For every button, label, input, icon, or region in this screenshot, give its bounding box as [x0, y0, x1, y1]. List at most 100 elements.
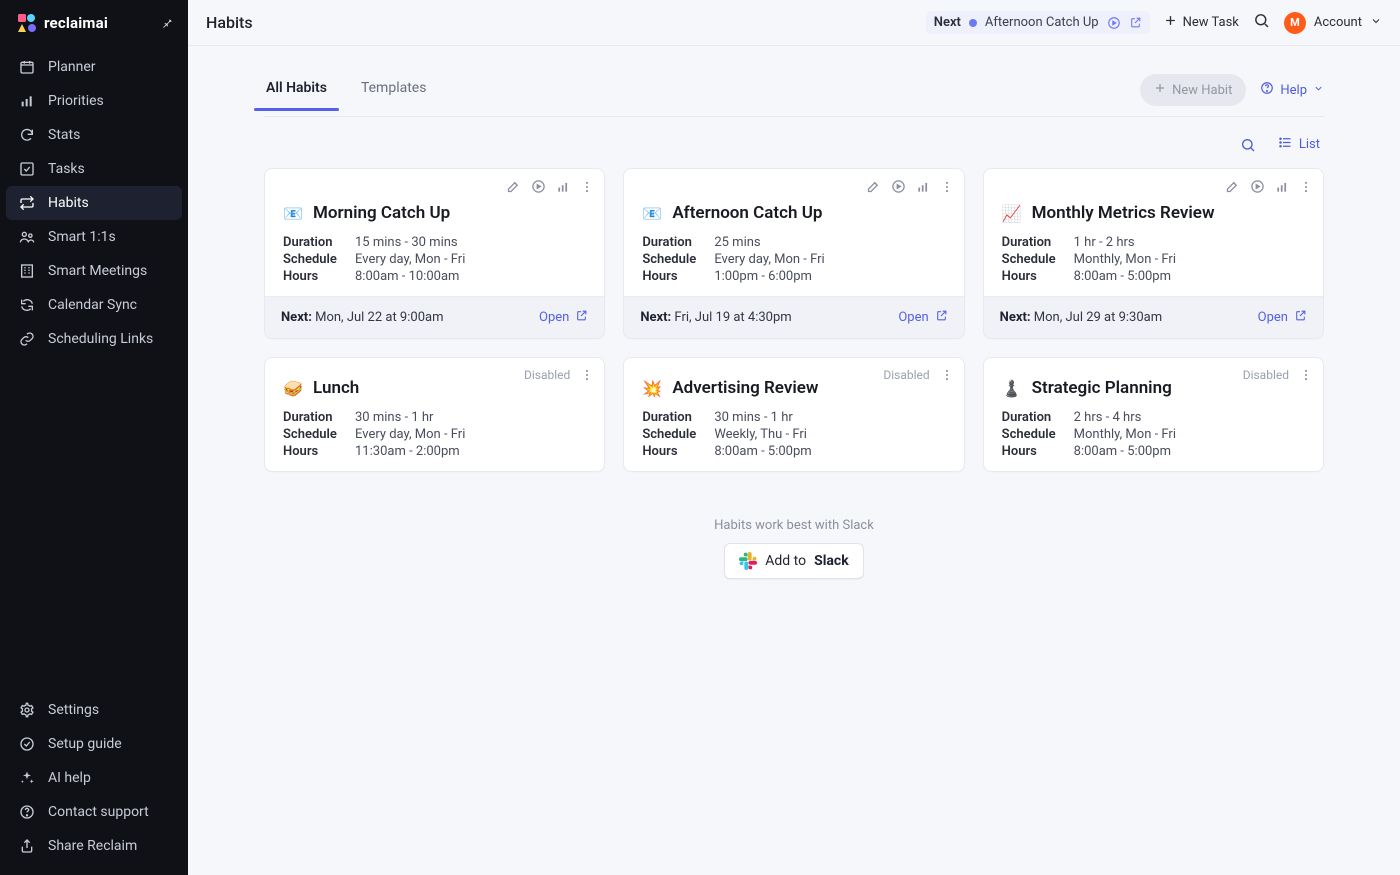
habit-card-actions [1225, 179, 1313, 194]
sidebar-item-calendar-sync[interactable]: Calendar Sync [6, 288, 182, 322]
sidebar-item-ai-help[interactable]: AI help [6, 761, 182, 795]
meta-value: 1 hr - 2 hrs [1074, 235, 1135, 250]
more-icon[interactable] [1299, 180, 1313, 194]
sidebar: reclaimai Planner Priorities Stats Tasks [0, 0, 188, 875]
open-habit-button[interactable]: Open [1258, 309, 1307, 326]
avatar: M [1284, 12, 1306, 34]
bars-icon[interactable] [1275, 180, 1289, 194]
habit-card[interactable]: 📧Afternoon Catch UpDuration25 minsSchedu… [623, 168, 964, 339]
help-icon [1260, 81, 1274, 99]
meta-label: Duration [642, 410, 714, 425]
habit-next: Next: Fri, Jul 19 at 4:30pm [640, 310, 791, 325]
tabs: All Habits Templates New Habit Help [264, 46, 1324, 117]
open-habit-button[interactable]: Open [898, 309, 947, 326]
meta-value: Every day, Mon - Fri [714, 252, 824, 267]
calendar-icon [18, 59, 36, 75]
habit-card[interactable]: Disabled♟️Strategic PlanningDuration2 hr… [983, 357, 1324, 472]
habit-title: Monthly Metrics Review [1032, 203, 1215, 223]
sidebar-item-planner[interactable]: Planner [6, 50, 182, 84]
habit-card[interactable]: 📈Monthly Metrics ReviewDuration1 hr - 2 … [983, 168, 1324, 339]
sidebar-item-label: Calendar Sync [48, 297, 137, 313]
new-task-label: New Task [1183, 15, 1239, 30]
meta-value: Monthly, Mon - Fri [1074, 252, 1176, 267]
brand-row: reclaimai [0, 0, 188, 44]
sidebar-item-settings[interactable]: Settings [6, 693, 182, 727]
more-icon[interactable] [940, 368, 954, 382]
edit-icon[interactable] [1225, 179, 1240, 194]
external-link-icon [575, 309, 588, 326]
sidebar-item-tasks[interactable]: Tasks [6, 152, 182, 186]
habit-meta: Duration15 mins - 30 minsScheduleEvery d… [283, 235, 586, 284]
slack-promo-text: Habits work best with Slack [264, 518, 1324, 533]
habit-card[interactable]: Disabled💥Advertising ReviewDuration30 mi… [623, 357, 964, 472]
sidebar-item-setup-guide[interactable]: Setup guide [6, 727, 182, 761]
new-habit-button[interactable]: New Habit [1140, 74, 1246, 106]
meta-value: 25 mins [714, 235, 760, 250]
meta-label: Duration [1002, 235, 1074, 250]
meta-value: Every day, Mon - Fri [355, 252, 465, 267]
sidebar-item-label: Tasks [48, 161, 85, 177]
next-event-pill[interactable]: Next Afternoon Catch Up [926, 11, 1150, 34]
meta-row: ScheduleWeekly, Thu - Fri [642, 427, 945, 442]
play-circle-icon[interactable] [1107, 16, 1121, 30]
repeat-icon [18, 195, 36, 211]
play-icon[interactable] [531, 179, 546, 194]
add-to-slack-button[interactable]: Add to Slack [724, 543, 863, 579]
tab-templates[interactable]: Templates [359, 80, 429, 110]
topbar: Habits Next Afternoon Catch Up New Task … [188, 0, 1400, 46]
open-habit-button[interactable]: Open [539, 309, 588, 326]
habit-card[interactable]: 📧Morning Catch Up Duration15 mins - 30 mi… [264, 168, 605, 339]
meta-label: Hours [283, 269, 355, 284]
plus-icon [1164, 14, 1177, 31]
play-icon[interactable] [891, 179, 906, 194]
sidebar-item-label: AI help [48, 770, 91, 786]
more-icon[interactable] [580, 368, 594, 382]
edit-icon[interactable] [866, 179, 881, 194]
view-list-button[interactable]: List [1278, 135, 1320, 154]
habit-card-footer: Next: Fri, Jul 19 at 4:30pm Open [624, 296, 963, 338]
play-icon[interactable] [1250, 179, 1265, 194]
edit-icon[interactable] [506, 179, 521, 194]
sidebar-item-priorities[interactable]: Priorities [6, 84, 182, 118]
help-link[interactable]: Help [1260, 81, 1324, 99]
habit-emoji-icon: 💥 [642, 379, 662, 398]
more-icon[interactable] [940, 180, 954, 194]
sidebar-item-share-reclaim[interactable]: Share Reclaim [6, 829, 182, 863]
sidebar-item-label: Setup guide [48, 736, 122, 752]
sync-icon [18, 297, 36, 313]
meta-row: Duration30 mins - 1 hr [283, 410, 586, 425]
view-list-label: List [1299, 137, 1320, 152]
external-link-icon [935, 309, 948, 326]
nav-bottom: Settings Setup guide AI help Contact sup… [0, 687, 188, 875]
new-task-button[interactable]: New Task [1164, 14, 1239, 31]
tab-all-habits[interactable]: All Habits [264, 80, 329, 110]
more-icon[interactable] [1299, 368, 1313, 382]
open-label: Open [898, 310, 928, 325]
habit-card-body: 📧Afternoon Catch UpDuration25 minsSchedu… [624, 169, 963, 296]
account-menu[interactable]: M Account [1284, 12, 1382, 34]
external-link-icon[interactable] [1129, 16, 1142, 29]
bars-icon[interactable] [916, 180, 930, 194]
open-label: Open [1258, 310, 1288, 325]
meta-row: Hours8:00am - 5:00pm [1002, 269, 1305, 284]
more-icon[interactable] [580, 180, 594, 194]
pin-icon[interactable] [161, 14, 174, 33]
meta-label: Duration [642, 235, 714, 250]
sidebar-item-smart-meetings[interactable]: Smart Meetings [6, 254, 182, 288]
meta-label: Schedule [642, 252, 714, 267]
meta-value: 8:00am - 10:00am [355, 269, 459, 284]
sidebar-item-habits[interactable]: Habits [6, 186, 182, 220]
search-button[interactable] [1253, 12, 1270, 33]
habit-title-row: 📧Morning Catch Up [283, 203, 586, 223]
habit-card-actions [1299, 368, 1313, 382]
next-label: Next [934, 15, 961, 30]
sidebar-item-stats[interactable]: Stats [6, 118, 182, 152]
meta-value: 8:00am - 5:00pm [1074, 444, 1171, 459]
search-habits-button[interactable] [1240, 137, 1256, 153]
habit-card[interactable]: Disabled🥪LunchDuration30 mins - 1 hrSche… [264, 357, 605, 472]
people-icon [18, 229, 36, 245]
sidebar-item-contact-support[interactable]: Contact support [6, 795, 182, 829]
bars-icon[interactable] [556, 180, 570, 194]
sidebar-item-smart-11s[interactable]: Smart 1:1s [6, 220, 182, 254]
sidebar-item-scheduling-links[interactable]: Scheduling Links [6, 322, 182, 356]
